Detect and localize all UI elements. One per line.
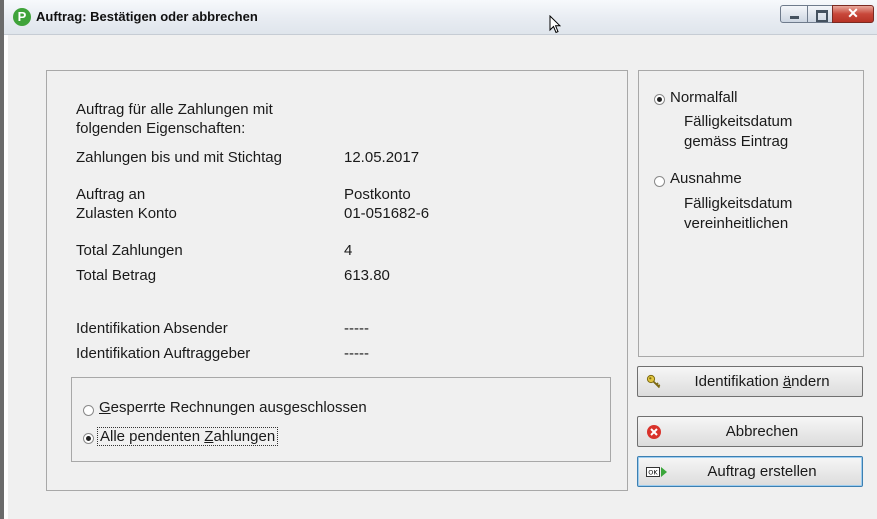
- change-identification-button[interactable]: Identifikation ändern: [637, 366, 863, 397]
- change-identification-label: Identifikation ändern: [694, 373, 830, 390]
- close-button[interactable]: ✕: [832, 5, 874, 23]
- value-total-betrag: 613.80: [344, 267, 390, 284]
- radio-label-normalfall[interactable]: Normalfall: [670, 89, 738, 106]
- cancel-label: Abbrechen: [725, 423, 799, 440]
- order-details-panel: Auftrag für alle Zahlungen mit folgenden…: [46, 70, 628, 491]
- label-zulasten-konto: Zulasten Konto: [76, 205, 177, 222]
- value-id-auftraggeber: -----: [344, 345, 369, 362]
- value-zulasten-konto: 01-051682-6: [344, 205, 430, 222]
- dialog-content: Auftrag für alle Zahlungen mit folgenden…: [8, 35, 877, 519]
- window-title: Auftrag: Bestätigen oder abbrechen: [36, 9, 258, 24]
- cancel-button[interactable]: Abbrechen: [637, 416, 863, 447]
- intro-text-line2: folgenden Eigenschaften:: [76, 120, 246, 137]
- svg-text:OK: OK: [648, 469, 658, 477]
- value-auftrag-an: Postkonto: [344, 186, 411, 203]
- value-stichtag: 12.05.2017: [344, 149, 420, 166]
- minimize-button[interactable]: [780, 5, 808, 23]
- create-order-button[interactable]: OK Auftrag erstellen: [637, 456, 863, 487]
- cancel-icon: [647, 425, 661, 439]
- value-id-absender: -----: [344, 320, 369, 337]
- mouse-cursor-icon: [549, 15, 561, 34]
- ausnahme-description-line2: vereinheitlichen: [684, 215, 789, 232]
- normalfall-description-line1: Fälligkeitsdatum: [684, 113, 793, 130]
- radio-alle-pendenten[interactable]: [83, 433, 94, 444]
- label-auftrag-an: Auftrag an: [76, 186, 146, 203]
- label-total-zahlungen: Total Zahlungen: [76, 242, 183, 259]
- app-icon: P: [13, 8, 31, 26]
- intro-text-line1: Auftrag für alle Zahlungen mit: [76, 101, 273, 118]
- maximize-button[interactable]: [807, 5, 833, 23]
- dialog-window: P Auftrag: Bestätigen oder abbrechen ✕ A…: [0, 0, 877, 519]
- radio-label-gesperrte-rechnungen[interactable]: Gesperrte Rechnungen ausgeschlossen: [99, 399, 367, 416]
- radio-label-alle-pendenten[interactable]: Alle pendenten Zahlungen: [97, 427, 279, 446]
- label-id-auftraggeber: Identifikation Auftraggeber: [76, 345, 251, 362]
- title-bar[interactable]: P Auftrag: Bestätigen oder abbrechen ✕: [4, 0, 877, 35]
- label-total-betrag: Total Betrag: [76, 267, 157, 284]
- label-stichtag: Zahlungen bis und mit Stichtag: [76, 149, 282, 166]
- maximize-icon: [816, 10, 828, 22]
- ausnahme-description-line1: Fälligkeitsdatum: [684, 195, 793, 212]
- minimize-icon: [790, 16, 799, 19]
- ok-arrow-icon: OK: [646, 467, 667, 477]
- payment-filter-group: Gesperrte Rechnungen ausgeschlossen Alle…: [71, 377, 611, 462]
- close-icon: ✕: [847, 5, 859, 21]
- radio-normalfall[interactable]: [654, 94, 665, 105]
- value-total-zahlungen: 4: [344, 242, 353, 259]
- radio-ausnahme[interactable]: [654, 176, 665, 187]
- create-order-label: Auftrag erstellen: [707, 463, 817, 480]
- normalfall-description-line2: gemäss Eintrag: [684, 133, 789, 150]
- due-date-panel: Normalfall Fälligkeitsdatum gemäss Eintr…: [638, 70, 864, 357]
- radio-label-ausnahme[interactable]: Ausnahme: [670, 170, 742, 187]
- label-id-absender: Identifikation Absender: [76, 320, 228, 337]
- radio-gesperrte-rechnungen[interactable]: [83, 405, 94, 416]
- key-icon: [646, 374, 661, 389]
